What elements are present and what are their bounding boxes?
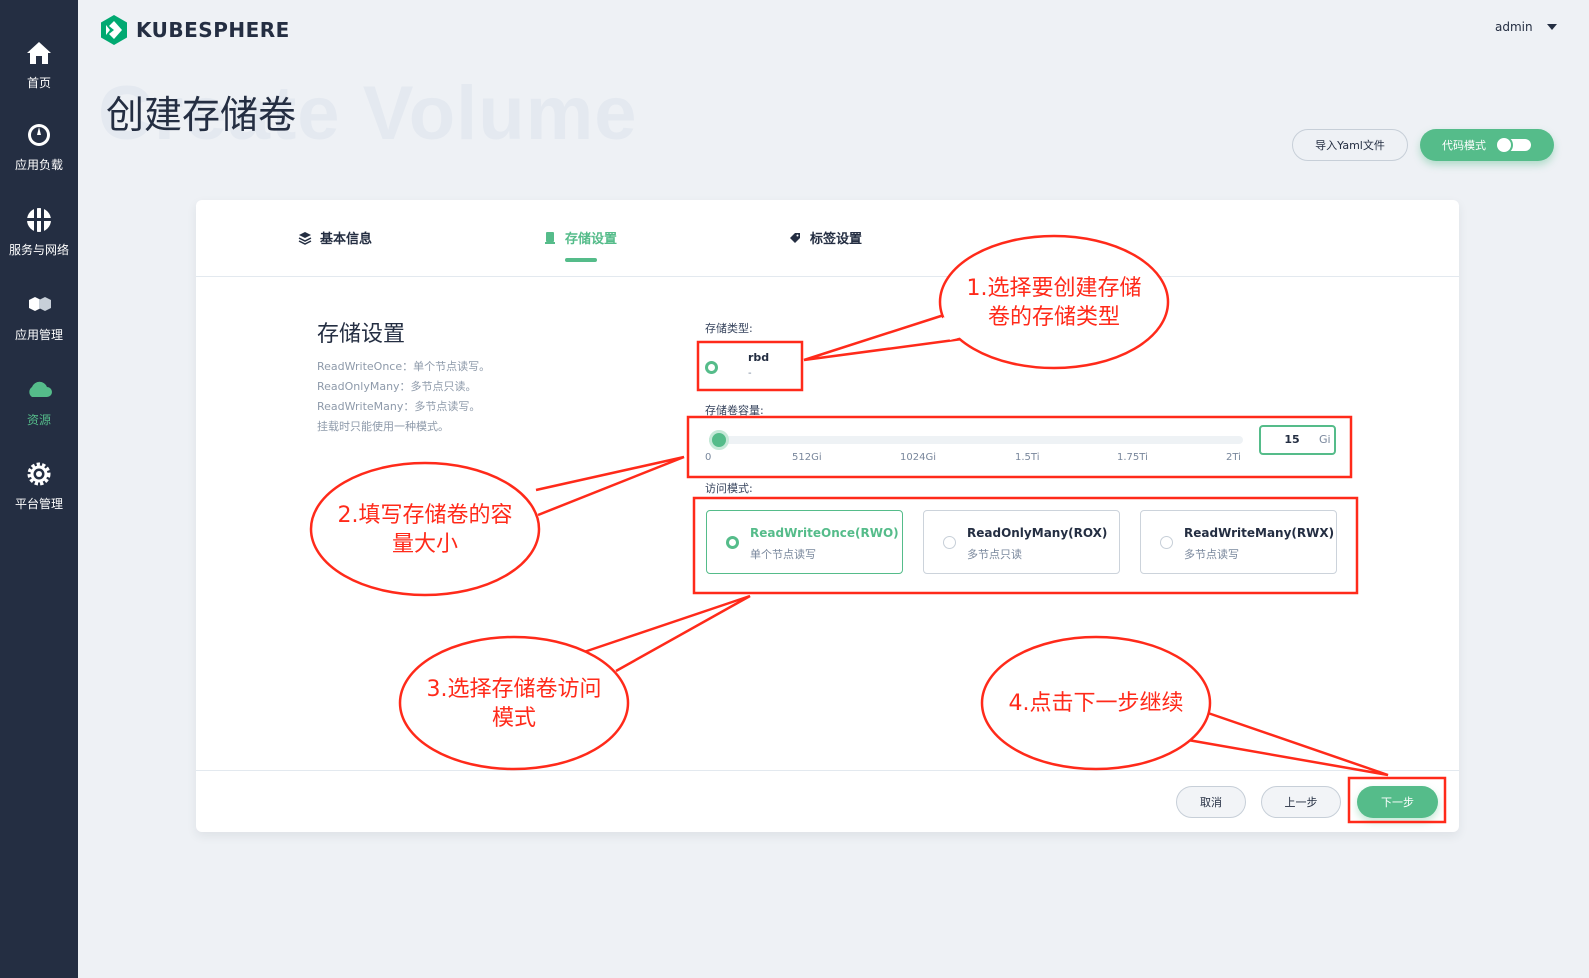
access-mode-rwo[interactable]: ReadWriteOnce(RWO) 单个节点读写 <box>706 510 903 574</box>
capacity-unit: Gi <box>1319 433 1331 446</box>
home-icon <box>27 42 51 64</box>
tab-basic-info-label: 基本信息 <box>320 232 373 247</box>
slider-tick: 0 <box>705 452 712 463</box>
logo-text: KUBESPHERE <box>136 18 290 42</box>
access-mode-sub: 多节点只读 <box>967 548 1022 561</box>
annotation-1-line2: 卷的存储类型 <box>987 305 1120 330</box>
access-mode-name: ReadOnlyMany(ROX) <box>967 526 1108 540</box>
storage-class-label: 存储类型: <box>705 322 753 335</box>
chevron-down-icon <box>1546 24 1557 30</box>
annotation-2-line1: 2.填写存储卷的容 <box>337 503 513 528</box>
gear-icon <box>27 462 51 486</box>
slider-tick: 2Ti <box>1226 452 1241 463</box>
nav-apps-label: 应用管理 <box>14 328 63 342</box>
kubesphere-logo-icon <box>101 15 127 45</box>
username: admin <box>1495 20 1533 34</box>
nav-home[interactable]: 首页 <box>0 40 78 91</box>
tab-label-settings[interactable]: 标签设置 <box>788 228 862 247</box>
nav-platform[interactable]: 平台管理 <box>0 461 78 512</box>
annotation-1-line1: 1.选择要创建存储 <box>966 276 1142 301</box>
slider-tick: 512Gi <box>792 452 822 463</box>
toggle-switch[interactable] <box>1495 136 1531 154</box>
user-menu[interactable]: admin <box>1495 20 1557 34</box>
active-tab-indicator <box>565 258 597 262</box>
access-mode-label: 访问模式: <box>705 482 753 495</box>
access-mode-name: ReadWriteOnce(RWO) <box>750 526 899 540</box>
toggle-knob <box>1495 136 1513 154</box>
storage-icon <box>545 231 555 244</box>
desc-line: ReadWriteOnce：单个节点读写。 <box>317 360 491 373</box>
slider-tick: 1.5Ti <box>1015 452 1040 463</box>
layers-icon <box>298 231 312 245</box>
access-mode-radio[interactable] <box>1160 536 1173 549</box>
annotation-3-line2: 模式 <box>491 706 536 731</box>
desc-line: 挂载时只能使用一种模式。 <box>317 420 449 433</box>
slider-tick: 1024Gi <box>900 452 936 463</box>
tab-storage-settings[interactable]: 存储设置 <box>543 228 617 247</box>
dashboard-icon <box>28 124 50 146</box>
nav-apps[interactable]: 应用管理 <box>0 292 78 343</box>
hexagons-icon <box>29 297 51 311</box>
access-mode-radio[interactable] <box>943 536 956 549</box>
desc-line: ReadWriteMany：多节点读写。 <box>317 400 481 413</box>
capacity-label: 存储卷容量: <box>705 404 764 417</box>
tab-label-settings-label: 标签设置 <box>810 232 863 247</box>
cloud-icon <box>29 381 52 397</box>
nav-resources[interactable]: 资源 <box>0 377 78 428</box>
capacity-input[interactable]: 15 Gi <box>1259 425 1336 455</box>
code-mode-toggle[interactable]: 代码模式 <box>1420 129 1554 161</box>
access-mode-sub: 单个节点读写 <box>750 548 816 561</box>
annotation-4: 4.点击下一步继续 <box>1008 691 1184 716</box>
capacity-slider-track[interactable] <box>709 436 1243 444</box>
section-title: 存储设置 <box>317 322 406 347</box>
import-yaml-button[interactable]: 导入Yaml文件 <box>1292 129 1408 161</box>
form-footer: 取消 上一步 下一步 <box>196 770 1459 832</box>
access-mode-rwx[interactable]: ReadWriteMany(RWX) 多节点读写 <box>1140 510 1337 574</box>
storage-class-radio[interactable] <box>705 361 718 374</box>
annotation-3-line1: 3.选择存储卷访问 <box>426 677 602 702</box>
capacity-value[interactable]: 15 <box>1261 433 1323 446</box>
nav-home-label: 首页 <box>26 76 51 90</box>
nav-resources-label: 资源 <box>26 413 51 427</box>
storage-class-sub: - <box>748 368 752 379</box>
code-mode-label: 代码模式 <box>1442 139 1486 152</box>
network-icon <box>27 208 51 232</box>
nav-workloads-label: 应用负载 <box>14 158 63 172</box>
nav-network-label: 服务与网络 <box>8 243 69 257</box>
capacity-slider-handle[interactable] <box>709 430 729 450</box>
desc-line: ReadOnlyMany：多节点只读。 <box>317 380 477 393</box>
tab-storage-settings-label: 存储设置 <box>565 232 618 247</box>
slider-tick: 1.75Ti <box>1117 452 1148 463</box>
prev-step-button[interactable]: 上一步 <box>1261 786 1341 818</box>
nav-network[interactable]: 服务与网络 <box>0 207 78 258</box>
access-mode-rox[interactable]: ReadOnlyMany(ROX) 多节点只读 <box>923 510 1120 574</box>
tag-icon <box>790 232 800 243</box>
annotation-3: 3.选择存储卷访问 模式 <box>410 675 618 733</box>
section-description: ReadWriteOnce：单个节点读写。 ReadOnlyMany：多节点只读… <box>317 357 490 437</box>
cancel-button[interactable]: 取消 <box>1176 786 1246 818</box>
step-tabs: 基本信息 存储设置 标签设置 <box>196 200 1459 277</box>
page-title: 创建存储卷 <box>106 93 297 137</box>
tab-basic-info[interactable]: 基本信息 <box>298 228 372 247</box>
annotation-2-line2: 量大小 <box>391 532 458 557</box>
next-step-button[interactable]: 下一步 <box>1357 786 1438 818</box>
access-mode-sub: 多节点读写 <box>1184 548 1239 561</box>
storage-class-name: rbd <box>748 351 770 364</box>
access-mode-radio[interactable] <box>726 536 739 549</box>
storage-class-option[interactable]: rbd - <box>701 346 797 388</box>
logo[interactable]: KUBESPHERE <box>100 14 290 46</box>
access-mode-name: ReadWriteMany(RWX) <box>1184 526 1335 540</box>
annotation-2: 2.填写存储卷的容 量大小 <box>321 501 529 559</box>
nav-platform-label: 平台管理 <box>14 497 63 511</box>
sidebar: 首页 应用负载 服务与网络 应用管理 资源 平台管理 <box>0 0 78 978</box>
annotation-1: 1.选择要创建存储 卷的存储类型 <box>950 274 1158 332</box>
nav-workloads[interactable]: 应用负载 <box>0 122 78 173</box>
